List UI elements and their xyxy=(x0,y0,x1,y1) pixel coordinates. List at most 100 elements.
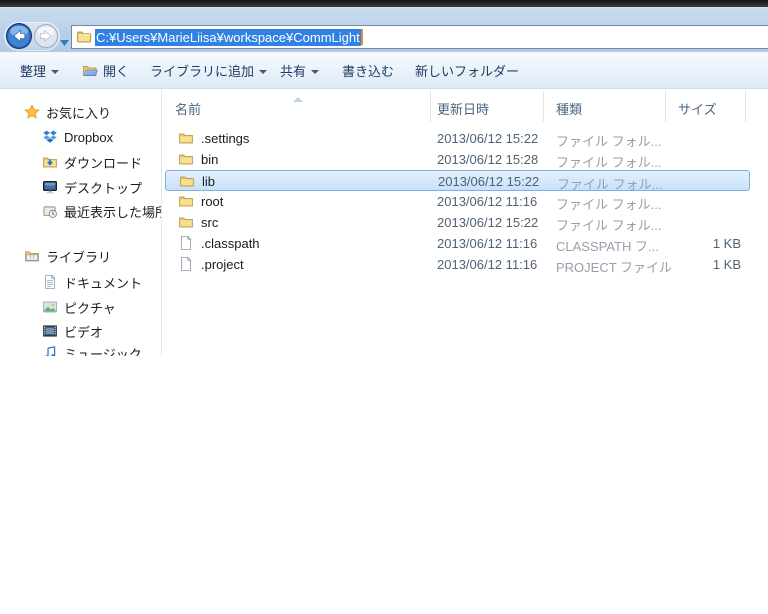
document-icon xyxy=(42,274,58,290)
table-row-classpath[interactable]: .classpath 2013/06/12 11:16 CLASSPATH フ.… xyxy=(165,233,750,254)
share-label: 共有 xyxy=(280,61,306,80)
sidebar-item-documents[interactable]: ドキュメント xyxy=(42,272,142,292)
recent-places-label: 最近表示した場所 xyxy=(64,202,162,221)
folder-icon xyxy=(178,193,194,209)
chevron-down-icon xyxy=(259,70,267,74)
open-button[interactable]: 開く xyxy=(78,53,133,88)
organize-button[interactable]: 整理 xyxy=(16,53,63,88)
column-divider[interactable] xyxy=(430,91,431,122)
favorites-label: お気に入り xyxy=(46,103,111,122)
sidebar-section-libraries[interactable]: ライブラリ xyxy=(24,246,111,266)
back-arrow-icon xyxy=(5,22,33,50)
sidebar-item-downloads[interactable]: ダウンロード xyxy=(42,152,142,172)
address-path-text[interactable]: C:¥Users¥MarieLiisa¥workspace¥CommLight xyxy=(95,29,361,46)
download-folder-icon xyxy=(42,154,58,170)
column-divider[interactable] xyxy=(665,91,666,122)
recent-pages-dropdown[interactable] xyxy=(60,33,69,51)
file-date: 2013/06/12 15:22 xyxy=(438,174,539,189)
table-row-bin[interactable]: bin 2013/06/12 15:28 ファイル フォル... xyxy=(165,149,750,170)
explorer-window: C:¥Users¥MarieLiisa¥workspace¥CommLight … xyxy=(0,0,768,356)
folder-icon xyxy=(178,130,194,146)
command-toolbar: 整理 開く ライブラリに追加 共有 xyxy=(0,52,768,89)
music-note-icon xyxy=(42,345,58,356)
file-date: 2013/06/12 11:16 xyxy=(437,236,537,251)
documents-label: ドキュメント xyxy=(64,273,142,292)
file-name: lib xyxy=(202,174,215,189)
chevron-down-icon xyxy=(60,40,69,46)
new-folder-button[interactable]: 新しいフォルダー xyxy=(411,53,523,88)
file-date: 2013/06/12 15:22 xyxy=(437,215,538,230)
file-type: ファイル フォル... xyxy=(556,131,661,150)
address-bar[interactable]: C:¥Users¥MarieLiisa¥workspace¥CommLight xyxy=(71,25,768,49)
open-label: 開く xyxy=(103,61,129,80)
forward-arrow-icon xyxy=(33,23,59,49)
table-row-root[interactable]: root 2013/06/12 11:16 ファイル フォル... xyxy=(165,191,750,212)
file-date: 2013/06/12 11:16 xyxy=(437,194,537,209)
add-to-library-label: ライブラリに追加 xyxy=(150,61,254,80)
file-size: 1 KB xyxy=(660,236,741,251)
folder-icon xyxy=(178,151,194,167)
table-row-lib-selected[interactable]: lib 2013/06/12 15:22 ファイル フォル... xyxy=(165,170,750,191)
sidebar-section-favorites[interactable]: お気に入り xyxy=(24,102,111,122)
add-to-library-button[interactable]: ライブラリに追加 xyxy=(146,53,271,88)
chevron-down-icon xyxy=(51,70,59,74)
dropbox-icon xyxy=(42,129,58,145)
videos-label: ビデオ xyxy=(64,322,103,341)
table-row-src[interactable]: src 2013/06/12 15:22 ファイル フォル... xyxy=(165,212,750,233)
file-type: ファイル フォル... xyxy=(556,215,661,234)
file-type: CLASSPATH フ... xyxy=(556,236,659,255)
sort-ascending-icon xyxy=(293,90,303,105)
table-row-settings[interactable]: .settings 2013/06/12 15:22 ファイル フォル... xyxy=(165,128,750,149)
file-date: 2013/06/12 15:28 xyxy=(437,152,538,167)
pictures-label: ピクチャ xyxy=(64,298,116,317)
organize-label: 整理 xyxy=(20,61,46,80)
column-divider[interactable] xyxy=(543,91,544,122)
file-type: ファイル フォル... xyxy=(556,152,661,171)
file-size: 1 KB xyxy=(660,257,741,272)
desktop-label: デスクトップ xyxy=(64,178,142,197)
forward-button[interactable] xyxy=(33,23,59,54)
column-header-size[interactable]: サイズ xyxy=(678,99,717,118)
text-caret xyxy=(361,29,363,45)
folder-icon xyxy=(178,214,194,230)
column-header-name[interactable]: 名前 xyxy=(175,99,201,118)
file-type: ファイル フォル... xyxy=(556,194,661,213)
desktop-icon xyxy=(42,179,58,195)
share-button[interactable]: 共有 xyxy=(276,53,323,88)
file-icon xyxy=(178,256,194,272)
navigation-bar: C:¥Users¥MarieLiisa¥workspace¥CommLight xyxy=(0,7,768,52)
column-header-type[interactable]: 種類 xyxy=(556,99,582,118)
folder-icon xyxy=(179,173,195,189)
video-icon xyxy=(42,323,58,339)
file-date: 2013/06/12 11:16 xyxy=(437,257,537,272)
navigation-pane: お気に入り Dropbox xyxy=(0,89,162,356)
sidebar-item-music[interactable]: ミュージック xyxy=(42,343,142,356)
libraries-icon xyxy=(24,248,40,264)
file-name: .classpath xyxy=(201,236,260,251)
file-date: 2013/06/12 15:22 xyxy=(437,131,538,146)
file-icon xyxy=(178,235,194,251)
burn-button[interactable]: 書き込む xyxy=(338,53,398,88)
file-name: bin xyxy=(201,152,218,167)
sidebar-item-videos[interactable]: ビデオ xyxy=(42,321,103,341)
file-name: src xyxy=(201,215,218,230)
sidebar-item-dropbox[interactable]: Dropbox xyxy=(42,127,113,147)
new-folder-label: 新しいフォルダー xyxy=(415,61,519,80)
open-folder-icon xyxy=(82,63,98,79)
file-list-pane: 名前 更新日時 種類 サイズ .settings 2013/06/12 15:2… xyxy=(162,89,768,356)
column-headers: 名前 更新日時 種類 サイズ xyxy=(162,89,768,124)
column-divider[interactable] xyxy=(745,91,746,122)
file-name: root xyxy=(201,194,223,209)
main-area: お気に入り Dropbox xyxy=(0,89,768,356)
table-row-project[interactable]: .project 2013/06/12 11:16 PROJECT ファイル 1… xyxy=(165,254,750,275)
sidebar-item-recent-places[interactable]: 最近表示した場所 xyxy=(42,201,162,221)
sidebar-item-pictures[interactable]: ピクチャ xyxy=(42,297,116,317)
chevron-down-icon xyxy=(311,70,319,74)
file-name: .settings xyxy=(201,131,249,146)
burn-label: 書き込む xyxy=(342,61,394,80)
file-type: PROJECT ファイル xyxy=(556,257,672,276)
star-icon xyxy=(24,104,40,120)
sidebar-item-desktop[interactable]: デスクトップ xyxy=(42,177,142,197)
back-button[interactable] xyxy=(5,22,33,55)
column-header-date[interactable]: 更新日時 xyxy=(437,99,489,118)
